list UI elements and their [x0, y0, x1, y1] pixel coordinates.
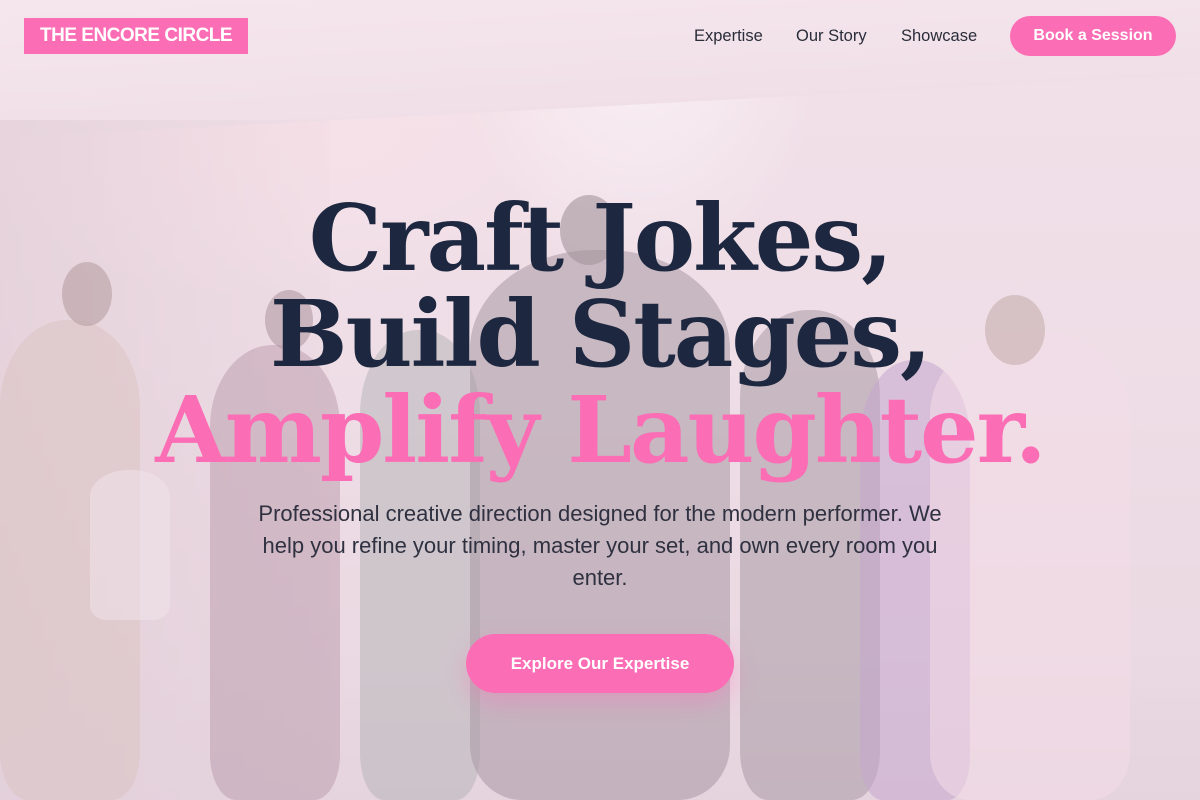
nav-link-expertise[interactable]: Expertise — [694, 26, 763, 46]
hero-headline-line2: Build Stages, — [269, 280, 932, 388]
book-session-button[interactable]: Book a Session — [1010, 16, 1176, 56]
hero-headline-line1: Craft Jokes, — [308, 184, 893, 292]
top-navigation: THE ENCORE CIRCLE Expertise Our Story Sh… — [0, 0, 1200, 72]
explore-expertise-button[interactable]: Explore Our Expertise — [466, 634, 734, 693]
site-logo[interactable]: THE ENCORE CIRCLE — [24, 18, 249, 54]
hero-headline-line3: Amplify Laughter. — [155, 376, 1047, 484]
nav-link-our-story[interactable]: Our Story — [796, 26, 867, 46]
hero-subtitle: Professional creative direction designed… — [258, 501, 942, 590]
nav-link-showcase[interactable]: Showcase — [901, 26, 977, 46]
